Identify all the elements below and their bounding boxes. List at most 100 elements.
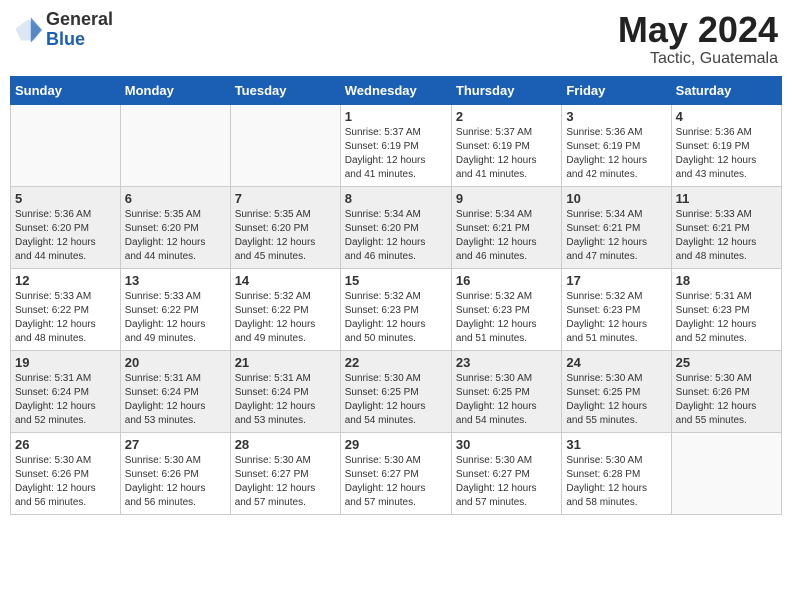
calendar-cell: 1 Sunrise: 5:37 AM Sunset: 6:19 PM Daylig… — [340, 104, 451, 186]
logo-general: General — [46, 10, 113, 30]
day-number: 30 — [456, 437, 557, 452]
calendar-cell: 3 Sunrise: 5:36 AM Sunset: 6:19 PM Daylig… — [562, 104, 671, 186]
calendar-week-row: 1 Sunrise: 5:37 AM Sunset: 6:19 PM Daylig… — [11, 104, 782, 186]
day-detail: Sunrise: 5:31 AM Sunset: 6:23 PM Dayligh… — [676, 290, 777, 346]
weekday-header-saturday: Saturday — [671, 76, 781, 104]
calendar-cell: 27 Sunrise: 5:30 AM Sunset: 6:26 PM Dayli… — [120, 432, 230, 514]
day-detail: Sunrise: 5:30 AM Sunset: 6:26 PM Dayligh… — [676, 372, 777, 428]
day-detail: Sunrise: 5:30 AM Sunset: 6:28 PM Dayligh… — [566, 454, 666, 510]
day-detail: Sunrise: 5:37 AM Sunset: 6:19 PM Dayligh… — [345, 126, 447, 182]
day-detail: Sunrise: 5:33 AM Sunset: 6:22 PM Dayligh… — [125, 290, 226, 346]
calendar-cell: 15 Sunrise: 5:32 AM Sunset: 6:23 PM Dayli… — [340, 268, 451, 350]
calendar-cell: 28 Sunrise: 5:30 AM Sunset: 6:27 PM Dayli… — [230, 432, 340, 514]
calendar-cell: 12Sunrise: 5:33 AM Sunset: 6:22 PM Dayli… — [11, 268, 121, 350]
day-number: 26 — [15, 437, 116, 452]
day-number: 5 — [15, 191, 116, 206]
calendar-cell: 23 Sunrise: 5:30 AM Sunset: 6:25 PM Dayli… — [451, 350, 561, 432]
calendar-cell — [11, 104, 121, 186]
day-detail: Sunrise: 5:32 AM Sunset: 6:22 PM Dayligh… — [235, 290, 336, 346]
calendar-cell: 26Sunrise: 5:30 AM Sunset: 6:26 PM Dayli… — [11, 432, 121, 514]
day-number: 22 — [345, 355, 447, 370]
day-number: 18 — [676, 273, 777, 288]
day-number: 10 — [566, 191, 666, 206]
weekday-header-friday: Friday — [562, 76, 671, 104]
calendar-cell: 10 Sunrise: 5:34 AM Sunset: 6:21 PM Dayli… — [562, 186, 671, 268]
calendar-cell: 29 Sunrise: 5:30 AM Sunset: 6:27 PM Dayli… — [340, 432, 451, 514]
calendar-week-row: 19 Sunrise: 5:31 AM Sunset: 6:24 PM Dayli… — [11, 350, 782, 432]
day-detail: Sunrise: 5:30 AM Sunset: 6:26 PM Dayligh… — [125, 454, 226, 510]
day-detail: Sunrise: 5:36 AM Sunset: 6:19 PM Dayligh… — [676, 126, 777, 182]
calendar-cell: 7Sunrise: 5:35 AM Sunset: 6:20 PM Daylig… — [230, 186, 340, 268]
calendar-cell: 17 Sunrise: 5:32 AM Sunset: 6:23 PM Dayli… — [562, 268, 671, 350]
day-detail: Sunrise: 5:30 AM Sunset: 6:25 PM Dayligh… — [456, 372, 557, 428]
calendar-week-row: 12 Sunrise: 5:33 AM Sunset: 6:22 PM Dayli… — [11, 268, 782, 350]
day-number: 12 — [15, 273, 116, 288]
weekday-header-row: SundayMondayTuesdayWednesdayThursdayFrid… — [11, 76, 782, 104]
day-detail: Sunrise: 5:30 AM Sunset: 6:25 PM Dayligh… — [566, 372, 666, 428]
day-detail: Sunrise: 5:31 AM Sunset: 6:24 PM Dayligh… — [125, 372, 226, 428]
calendar-cell: 5 Sunrise: 5:36 AM Sunset: 6:20 PM Daylig… — [11, 186, 121, 268]
calendar-cell: 8 Sunrise: 5:34 AM Sunset: 6:20 PM Daylig… — [340, 186, 451, 268]
day-number: 8 — [345, 191, 447, 206]
day-detail: Sunrise: 5:37 AM Sunset: 6:19 PM Dayligh… — [456, 126, 557, 182]
day-number: 23 — [456, 355, 557, 370]
day-detail: Sunrise: 5:36 AM Sunset: 6:20 PM Dayligh… — [15, 208, 116, 264]
day-number: 13 — [125, 273, 226, 288]
day-number: 29 — [345, 437, 447, 452]
day-number: 20 — [125, 355, 226, 370]
day-number: 9 — [456, 191, 557, 206]
day-number: 17 — [566, 273, 666, 288]
day-detail: Sunrise: 5:32 AM Sunset: 6:23 PM Dayligh… — [566, 290, 666, 346]
calendar-cell: 13 Sunrise: 5:33 AM Sunset: 6:22 PM Dayli… — [120, 268, 230, 350]
day-detail: Sunrise: 5:30 AM Sunset: 6:25 PM Dayligh… — [345, 372, 447, 428]
day-detail: Sunrise: 5:33 AM Sunset: 6:21 PM Dayligh… — [676, 208, 777, 264]
day-detail: Sunrise: 5:30 AM Sunset: 6:27 PM Dayligh… — [235, 454, 336, 510]
calendar-cell: 16 Sunrise: 5:32 AM Sunset: 6:23 PM Dayli… — [451, 268, 561, 350]
day-detail: Sunrise: 5:34 AM Sunset: 6:20 PM Dayligh… — [345, 208, 447, 264]
weekday-header-tuesday: Tuesday — [230, 76, 340, 104]
day-number: 21 — [235, 355, 336, 370]
day-detail: Sunrise: 5:34 AM Sunset: 6:21 PM Dayligh… — [566, 208, 666, 264]
calendar-cell: 9 Sunrise: 5:34 AM Sunset: 6:21 PM Daylig… — [451, 186, 561, 268]
day-number: 11 — [676, 191, 777, 206]
calendar-cell: 24 Sunrise: 5:30 AM Sunset: 6:25 PM Dayli… — [562, 350, 671, 432]
day-detail: Sunrise: 5:30 AM Sunset: 6:27 PM Dayligh… — [345, 454, 447, 510]
day-detail: Sunrise: 5:32 AM Sunset: 6:23 PM Dayligh… — [456, 290, 557, 346]
calendar-cell: 20 Sunrise: 5:31 AM Sunset: 6:24 PM Dayli… — [120, 350, 230, 432]
day-number: 6 — [125, 191, 226, 206]
calendar-cell: 25Sunrise: 5:30 AM Sunset: 6:26 PM Dayli… — [671, 350, 781, 432]
day-number: 2 — [456, 109, 557, 124]
day-number: 1 — [345, 109, 447, 124]
day-number: 24 — [566, 355, 666, 370]
calendar-cell: 4 Sunrise: 5:36 AM Sunset: 6:19 PM Daylig… — [671, 104, 781, 186]
title-block: May 2024 Tactic, Guatemala — [618, 10, 778, 68]
logo-blue: Blue — [46, 30, 113, 50]
calendar-week-row: 26 Sunrise: 5:30 AM Sunset: 6:26 PM Dayli… — [11, 432, 782, 514]
calendar-week-row: 5 Sunrise: 5:36 AM Sunset: 6:20 PM Daylig… — [11, 186, 782, 268]
page-header: General Blue May 2024 Tactic, Guatemala — [10, 10, 782, 68]
calendar-cell: 21Sunrise: 5:31 AM Sunset: 6:24 PM Dayli… — [230, 350, 340, 432]
weekday-header-sunday: Sunday — [11, 76, 121, 104]
day-number: 14 — [235, 273, 336, 288]
logo: General Blue — [14, 10, 113, 50]
day-detail: Sunrise: 5:32 AM Sunset: 6:23 PM Dayligh… — [345, 290, 447, 346]
day-number: 3 — [566, 109, 666, 124]
logo-text: General Blue — [46, 10, 113, 50]
logo-icon — [14, 16, 42, 44]
day-number: 15 — [345, 273, 447, 288]
day-number: 28 — [235, 437, 336, 452]
calendar-subtitle: Tactic, Guatemala — [618, 50, 778, 68]
calendar-cell — [230, 104, 340, 186]
calendar-cell: 6Sunrise: 5:35 AM Sunset: 6:20 PM Daylig… — [120, 186, 230, 268]
calendar-cell: 19Sunrise: 5:31 AM Sunset: 6:24 PM Dayli… — [11, 350, 121, 432]
calendar-title: May 2024 — [618, 10, 778, 50]
calendar-table: SundayMondayTuesdayWednesdayThursdayFrid… — [10, 76, 782, 515]
day-number: 27 — [125, 437, 226, 452]
day-detail: Sunrise: 5:36 AM Sunset: 6:19 PM Dayligh… — [566, 126, 666, 182]
day-number: 19 — [15, 355, 116, 370]
day-number: 16 — [456, 273, 557, 288]
day-detail: Sunrise: 5:34 AM Sunset: 6:21 PM Dayligh… — [456, 208, 557, 264]
weekday-header-thursday: Thursday — [451, 76, 561, 104]
day-number: 31 — [566, 437, 666, 452]
day-number: 4 — [676, 109, 777, 124]
